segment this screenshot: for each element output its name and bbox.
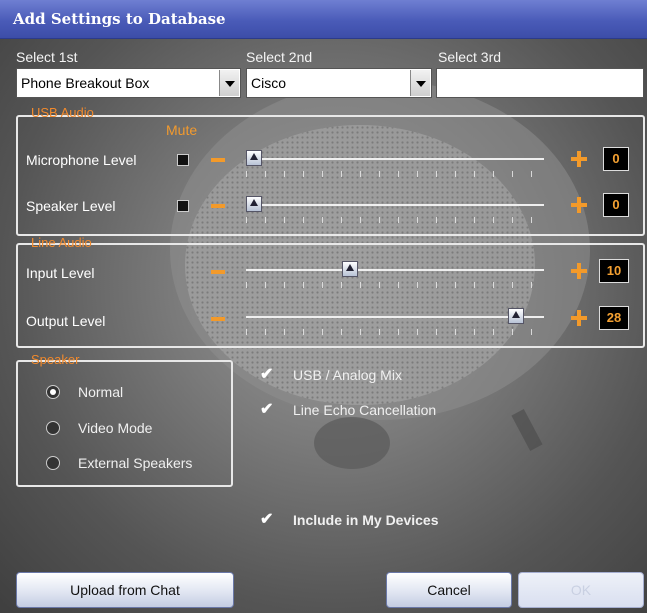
line-audio-title: Line Audio <box>31 235 92 250</box>
speaker-mute-checkbox[interactable] <box>177 200 189 212</box>
microphone-slider-ticks <box>246 171 544 177</box>
input-slider-thumb[interactable] <box>341 261 358 277</box>
usb-audio-title: USB Audio <box>31 105 94 120</box>
output-level-slider[interactable] <box>246 316 544 318</box>
window-title: Add Settings to Database <box>13 10 226 28</box>
chevron-down-icon[interactable] <box>219 70 239 96</box>
speaker-video-mode-radio[interactable] <box>46 421 60 435</box>
usb-analog-mix-checkbox[interactable]: ✔ <box>260 367 276 383</box>
speaker-slider-thumb[interactable] <box>246 196 262 212</box>
speaker-decrease-icon[interactable] <box>211 204 225 208</box>
input-level-value: 10 <box>599 259 629 283</box>
speaker-level-label: Speaker Level <box>26 198 116 214</box>
select-1st-label: Select 1st <box>16 49 78 65</box>
output-increase-icon[interactable] <box>571 310 587 326</box>
speaker-normal-radio[interactable] <box>46 385 60 399</box>
microphone-level-label: Microphone Level <box>26 152 137 168</box>
line-echo-cancellation-checkbox[interactable]: ✔ <box>260 402 276 418</box>
select-3rd-field[interactable] <box>436 68 644 98</box>
microphone-increase-icon[interactable] <box>571 151 587 167</box>
input-level-slider[interactable] <box>246 269 544 271</box>
cancel-button[interactable]: Cancel <box>386 572 512 608</box>
select-2nd-label: Select 2nd <box>246 49 313 65</box>
speaker-slider-ticks <box>246 217 544 223</box>
microphone-mute-checkbox[interactable] <box>177 154 189 166</box>
microphone-level-slider[interactable] <box>246 158 544 160</box>
ok-button[interactable]: OK <box>518 572 644 608</box>
speaker-external-radio[interactable] <box>46 456 60 470</box>
speaker-increase-icon[interactable] <box>571 197 587 213</box>
speaker-title: Speaker <box>31 352 80 367</box>
input-slider-ticks <box>246 282 544 288</box>
select-2nd-dropdown[interactable]: Cisco <box>246 68 432 98</box>
output-decrease-icon[interactable] <box>211 317 225 321</box>
speaker-normal-label: Normal <box>78 384 124 400</box>
select-1st-dropdown[interactable]: Phone Breakout Box <box>16 68 241 98</box>
speaker-level-value: 0 <box>603 193 629 217</box>
select-2nd-value: Cisco <box>251 75 287 91</box>
microphone-level-value: 0 <box>603 147 629 171</box>
select-3rd-label: Select 3rd <box>438 49 502 65</box>
input-level-label: Input Level <box>26 265 95 281</box>
output-level-label: Output Level <box>26 313 106 329</box>
input-increase-icon[interactable] <box>571 263 587 279</box>
input-decrease-icon[interactable] <box>211 270 225 274</box>
include-in-my-devices-label: Include in My Devices <box>293 512 439 528</box>
title-bar[interactable]: Add Settings to Database <box>0 0 647 39</box>
speaker-external-label: External Speakers <box>78 455 193 471</box>
microphone-decrease-icon[interactable] <box>211 158 225 162</box>
output-level-value: 28 <box>599 306 629 330</box>
upload-from-chat-button[interactable]: Upload from Chat <box>16 572 234 608</box>
speaker-level-slider[interactable] <box>246 204 544 206</box>
chevron-down-icon[interactable] <box>410 70 430 96</box>
speaker-video-mode-label: Video Mode <box>78 420 153 436</box>
line-echo-cancellation-label: Line Echo Cancellation <box>293 402 437 418</box>
select-1st-value: Phone Breakout Box <box>21 75 150 91</box>
mute-label: Mute <box>166 122 198 138</box>
output-slider-ticks <box>246 329 544 335</box>
usb-analog-mix-label: USB / Analog Mix <box>293 367 402 383</box>
output-slider-thumb[interactable] <box>508 308 525 324</box>
include-in-my-devices-checkbox[interactable]: ✔ <box>260 512 276 528</box>
settings-window: Add Settings to Database Select 1st Sele… <box>0 0 647 613</box>
microphone-slider-thumb[interactable] <box>246 150 262 166</box>
